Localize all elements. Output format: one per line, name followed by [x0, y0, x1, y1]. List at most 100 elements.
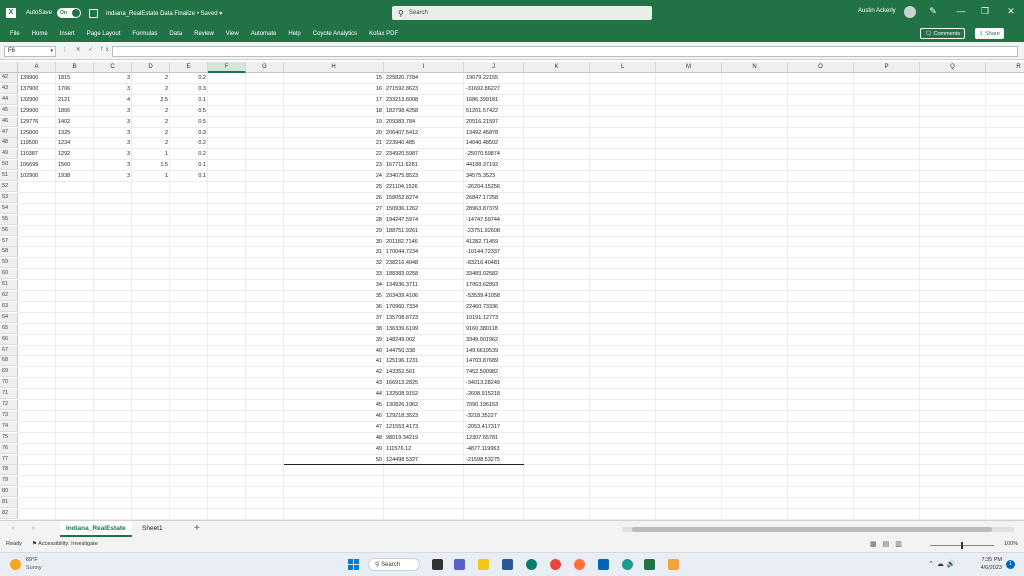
cell[interactable]: 29: [284, 226, 384, 236]
row-header[interactable]: 81: [0, 498, 18, 509]
cell[interactable]: 238216.4048: [384, 258, 464, 268]
cell[interactable]: 2: [132, 84, 170, 94]
cell[interactable]: 36: [284, 302, 384, 312]
close-button[interactable]: ✕: [1004, 6, 1018, 17]
pinned-app-icon[interactable]: [668, 559, 679, 570]
column-header-g[interactable]: G: [246, 62, 284, 73]
sheet-tab-sheet1[interactable]: Sheet1: [136, 521, 169, 537]
cell[interactable]: 3: [94, 171, 132, 181]
row-header[interactable]: 80: [0, 487, 18, 498]
cell[interactable]: 32: [284, 258, 384, 268]
cell[interactable]: 234075.8523: [384, 171, 464, 181]
cell[interactable]: 2: [132, 73, 170, 83]
cell[interactable]: 110387: [18, 149, 56, 159]
cell[interactable]: 182798.4258: [384, 106, 464, 116]
cell[interactable]: 223940.485: [384, 138, 464, 148]
cell[interactable]: 0.5: [170, 117, 208, 127]
search-box[interactable]: ⚲ Search: [392, 6, 652, 20]
cell[interactable]: 139900: [18, 73, 56, 83]
cell[interactable]: 1686.399181: [464, 95, 524, 105]
task-view-icon[interactable]: [432, 559, 443, 570]
cell[interactable]: 38: [284, 324, 384, 334]
row-header[interactable]: 67: [0, 345, 18, 356]
cell[interactable]: 1: [132, 171, 170, 181]
cell[interactable]: 119500: [18, 138, 56, 148]
row-header[interactable]: 66: [0, 334, 18, 345]
cell[interactable]: 221104.1526: [384, 182, 464, 192]
cell[interactable]: -23751.92608: [464, 226, 524, 236]
cell[interactable]: 0.2: [170, 149, 208, 159]
row-header[interactable]: 45: [0, 105, 18, 116]
tab-coyote-analytics[interactable]: Coyote Analytics: [313, 31, 357, 37]
cell[interactable]: 26: [284, 193, 384, 203]
cell[interactable]: 30: [284, 237, 384, 247]
cell[interactable]: 46: [284, 411, 384, 421]
cell[interactable]: 170960.7334: [384, 302, 464, 312]
cell[interactable]: 16: [284, 84, 384, 94]
column-header-f[interactable]: F: [208, 62, 246, 73]
cell[interactable]: -3218.35227: [464, 411, 524, 421]
row-header[interactable]: 58: [0, 247, 18, 258]
tab-home[interactable]: Home: [32, 31, 48, 37]
select-all-corner[interactable]: [0, 62, 18, 73]
cell[interactable]: 0.1: [170, 160, 208, 170]
column-header-m[interactable]: M: [656, 62, 722, 73]
cell[interactable]: 28: [284, 215, 384, 225]
avatar[interactable]: [904, 6, 916, 18]
cell[interactable]: 3: [94, 84, 132, 94]
cell[interactable]: 1706: [56, 84, 94, 94]
formula-input[interactable]: [112, 46, 1018, 57]
cell[interactable]: -2608.915218: [464, 389, 524, 399]
column-header-d[interactable]: D: [132, 62, 170, 73]
cell[interactable]: 13492.45878: [464, 128, 524, 138]
cell[interactable]: 201182.7146: [384, 237, 464, 247]
cell[interactable]: 144750.338: [384, 346, 464, 356]
cell[interactable]: 132508.9152: [384, 389, 464, 399]
cell[interactable]: 41: [284, 356, 384, 366]
system-tray-icons[interactable]: ⌃☁🔊: [928, 560, 959, 568]
cell[interactable]: 37: [284, 313, 384, 323]
cell[interactable]: 49: [284, 444, 384, 454]
cell[interactable]: 26847.17258: [464, 193, 524, 203]
row-header[interactable]: 60: [0, 269, 18, 280]
taskbar-search[interactable]: ⚲ Search: [368, 558, 420, 571]
spreadsheet-grid[interactable]: ABCDEFGHIJKLMNOPQRSTU4243444546474849505…: [0, 62, 1024, 520]
restore-button[interactable]: ❐: [978, 6, 992, 17]
cell[interactable]: 203439.4106: [384, 291, 464, 301]
cell[interactable]: 170044.7234: [384, 247, 464, 257]
row-header[interactable]: 59: [0, 258, 18, 269]
cell[interactable]: -2053.417317: [464, 422, 524, 432]
cell[interactable]: 12307.65781: [464, 433, 524, 443]
cell[interactable]: 111576.12: [384, 444, 464, 454]
row-header[interactable]: 52: [0, 182, 18, 192]
cell[interactable]: 17063.62893: [464, 280, 524, 290]
cell[interactable]: 43: [284, 378, 384, 388]
cell[interactable]: 19079.22155: [464, 73, 524, 83]
cell[interactable]: 1325: [56, 128, 94, 138]
cell[interactable]: 149.6619539: [464, 346, 524, 356]
share-button[interactable]: ⇪ Share: [975, 28, 1004, 39]
cell[interactable]: 28963.87379: [464, 204, 524, 214]
cell[interactable]: 3349.001962: [464, 335, 524, 345]
column-header-h[interactable]: H: [284, 62, 384, 73]
cell[interactable]: 0.2: [170, 138, 208, 148]
column-header-e[interactable]: E: [170, 62, 208, 73]
minimize-button[interactable]: —: [954, 6, 968, 16]
cell[interactable]: 51201.57422: [464, 106, 524, 116]
cell[interactable]: 130826.1962: [384, 400, 464, 410]
excel-taskbar-icon[interactable]: [644, 559, 655, 570]
cell[interactable]: 15: [284, 73, 384, 83]
cell[interactable]: 0.5: [170, 106, 208, 116]
cell[interactable]: 39: [284, 335, 384, 345]
zoom-level[interactable]: 100%: [1004, 541, 1018, 547]
cell[interactable]: 10191.12773: [464, 313, 524, 323]
cell[interactable]: 2: [132, 106, 170, 116]
accessibility-status[interactable]: ⚑ Accessibility: Investigate: [32, 541, 98, 547]
cell[interactable]: 3: [94, 128, 132, 138]
cell[interactable]: 20: [284, 128, 384, 138]
cell[interactable]: 3: [94, 149, 132, 159]
tab-insert[interactable]: Insert: [60, 31, 75, 37]
cell[interactable]: 35: [284, 291, 384, 301]
sheet-tab-indiana-realestate[interactable]: Indiana_RealEstate: [60, 521, 132, 537]
horizontal-scrollbar[interactable]: [622, 527, 1014, 532]
